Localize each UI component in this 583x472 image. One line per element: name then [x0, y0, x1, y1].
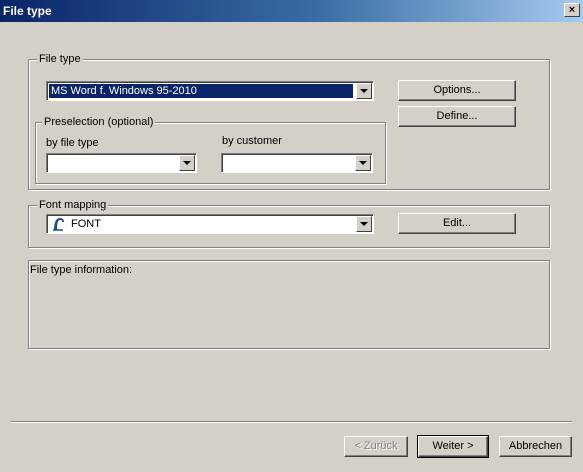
chevron-down-icon[interactable] — [179, 155, 195, 171]
by-customer-label: by customer — [222, 135, 282, 147]
close-button[interactable]: × — [564, 3, 580, 17]
define-button[interactable]: Define... — [398, 106, 516, 127]
chevron-down-icon[interactable] — [356, 83, 372, 99]
file-type-info-label: File type information: — [30, 264, 133, 276]
window-title: File type — [3, 4, 52, 18]
next-button[interactable]: Weiter > — [417, 435, 489, 458]
cancel-button[interactable]: Abbrechen — [499, 436, 572, 457]
edit-button[interactable]: Edit... — [398, 213, 516, 234]
chevron-down-icon[interactable] — [356, 216, 372, 232]
title-bar: File type × — [0, 0, 583, 22]
file-type-legend: File type — [37, 53, 83, 65]
by-file-type-select[interactable] — [46, 153, 197, 173]
by-customer-value — [224, 156, 352, 170]
file-type-select[interactable]: MS Word f. Windows 95-2010 — [46, 81, 374, 101]
file-type-info-panel: File type information: — [28, 260, 550, 349]
by-file-type-label: by file type — [46, 137, 99, 149]
font-mapping-legend: Font mapping — [37, 199, 109, 211]
options-button[interactable]: Options... — [398, 80, 516, 101]
footer-separator — [11, 421, 572, 423]
back-button[interactable]: < Zurück — [344, 436, 408, 457]
font-mapping-value: FONT — [71, 218, 101, 230]
file-type-value: MS Word f. Windows 95-2010 — [49, 84, 353, 98]
preselection-legend: Preselection (optional) — [42, 116, 156, 128]
font-icon — [53, 218, 64, 231]
chevron-down-icon[interactable] — [355, 155, 371, 171]
font-mapping-select[interactable]: FONT — [46, 214, 374, 234]
by-customer-select[interactable] — [221, 153, 373, 173]
by-file-type-value — [49, 156, 176, 170]
